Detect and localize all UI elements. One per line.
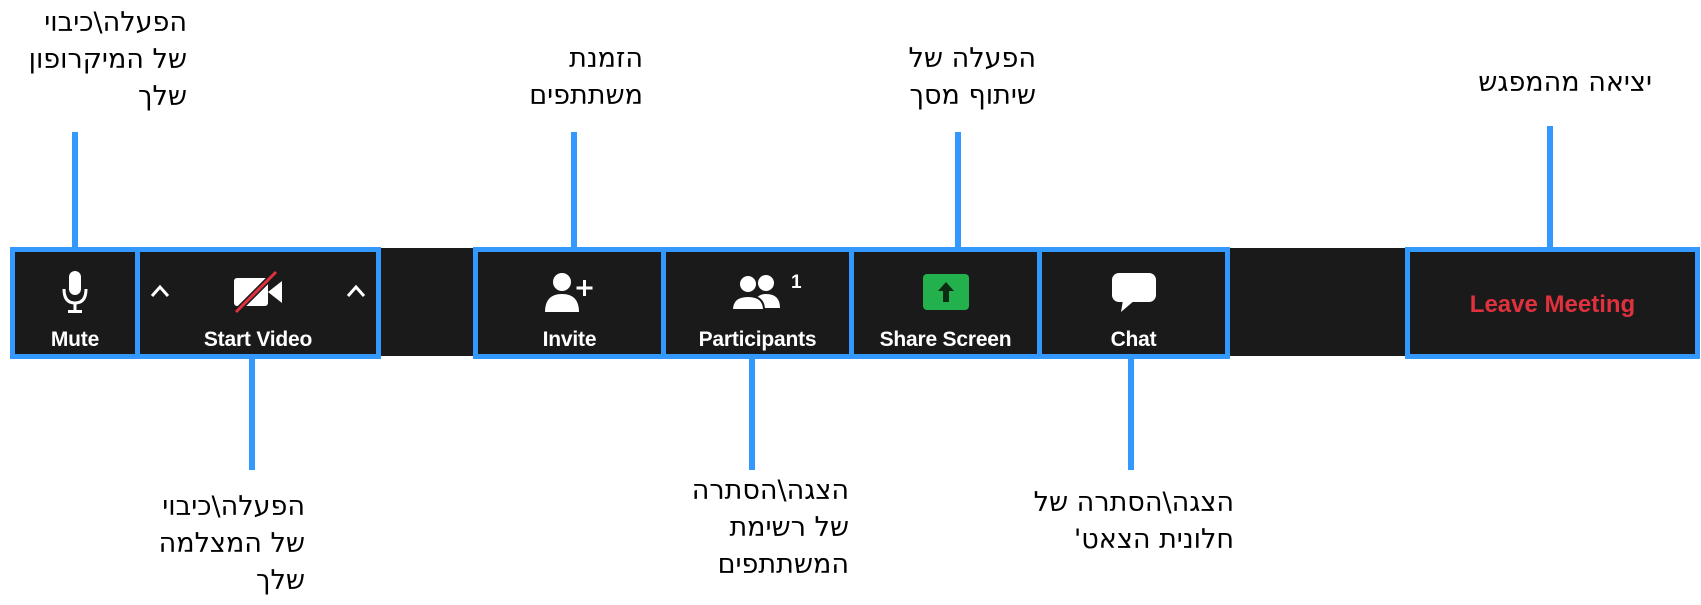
microphone-icon: [15, 268, 135, 316]
participants-annotation: הצגה\הסתרה של רשימת המשתתפים: [691, 475, 849, 580]
participants-connector: [749, 356, 755, 470]
leave-connector: [1547, 126, 1553, 248]
participants-button[interactable]: 1 Participants: [661, 247, 854, 359]
invite-button[interactable]: Invite: [473, 247, 666, 359]
mute-connector: [72, 132, 78, 248]
chat-annotation: הצגה\הסתרה של חלונית הצאט': [1033, 487, 1234, 555]
invite-connector: [571, 132, 577, 248]
video-connector: [249, 356, 255, 470]
mute-label: Mute: [50, 328, 100, 351]
participants-label: Participants: [698, 328, 817, 351]
chat-bubble-icon: [1042, 268, 1225, 316]
mute-annotation: הפעלה\כיבוי של המיקרופון שלך: [28, 7, 187, 112]
leave-meeting-button[interactable]: Leave Meeting: [1405, 247, 1700, 359]
start-video-label: Start Video: [203, 328, 313, 351]
chat-label: Chat: [1110, 328, 1157, 351]
invite-label: Invite: [542, 328, 597, 351]
invite-annotation: הזמנת משתתפים: [529, 43, 643, 111]
start-video-button[interactable]: Start Video: [135, 247, 381, 359]
leave-meeting-label: Leave Meeting: [1469, 291, 1636, 318]
share-screen-label: Share Screen: [879, 328, 1012, 351]
participants-icon: [666, 268, 849, 316]
add-user-icon: [478, 268, 661, 316]
leave-annotation: יציאה מהמפגש: [1478, 67, 1652, 98]
mute-button[interactable]: Mute: [10, 247, 140, 359]
participant-count-badge: 1: [791, 272, 802, 293]
video-off-icon: [140, 268, 376, 316]
video-annotation: הפעלה\כיבוי של המצלמה שלך: [158, 491, 305, 596]
video-options-caret-icon[interactable]: [346, 284, 366, 298]
share-screen-button[interactable]: Share Screen: [849, 247, 1042, 359]
share-annotation: הפעלה של שיתוף מסך: [908, 43, 1036, 111]
share-connector: [955, 132, 961, 248]
chat-button[interactable]: Chat: [1037, 247, 1230, 359]
chat-connector: [1128, 356, 1134, 470]
share-screen-icon: [854, 268, 1037, 316]
